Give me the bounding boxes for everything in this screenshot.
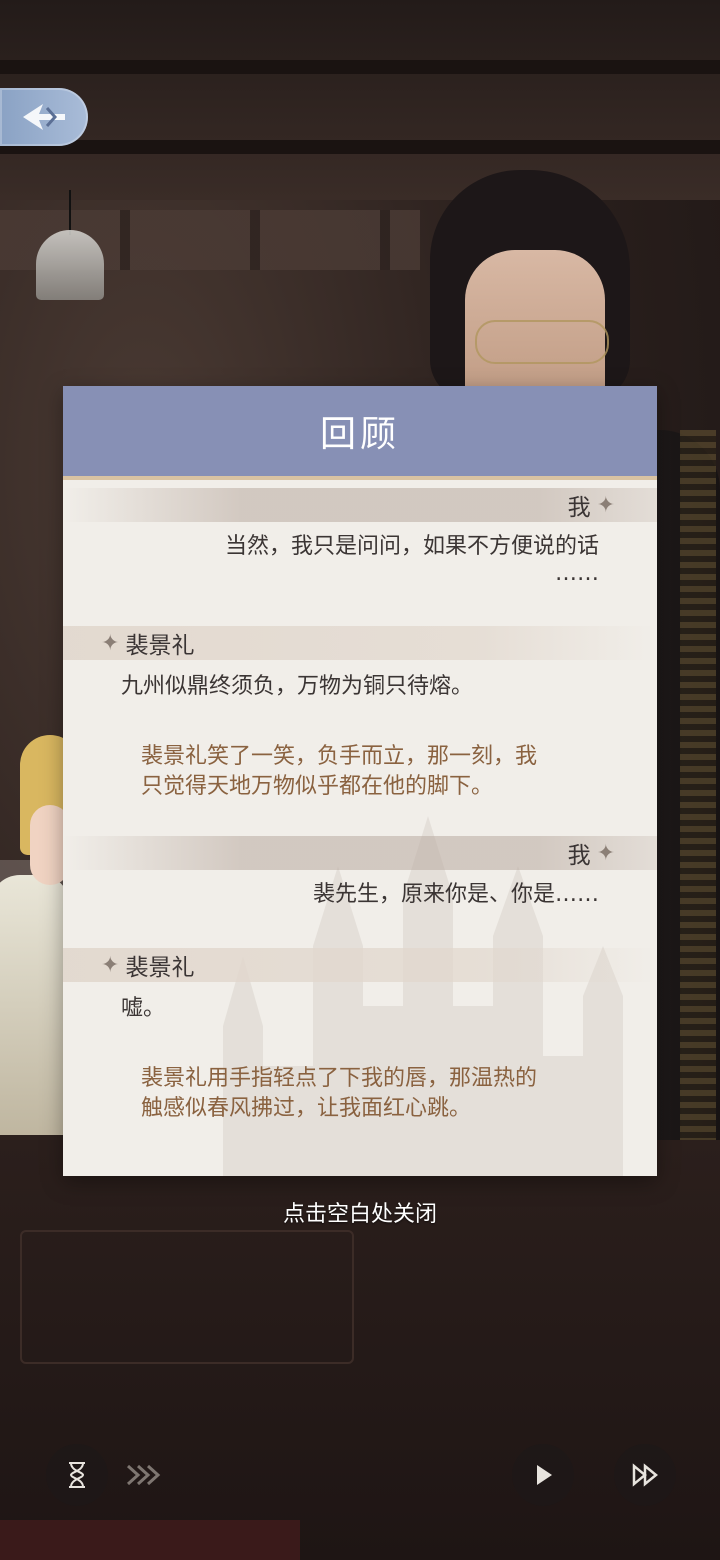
close-hint: 点击空白处关闭 [282, 1202, 437, 1227]
dialogue-line: 当然，我只是问问，如果不方便说的话 [224, 534, 599, 559]
dialog-title: 回顾 [319, 414, 400, 455]
sparkle-icon: ✦ [596, 492, 615, 518]
speaker-row-me: 我 ✦ [63, 836, 657, 870]
back-arrow-icon [23, 104, 65, 130]
pendant-lamp [30, 190, 110, 300]
character-player [0, 735, 80, 1135]
dialogue-line: 裴先生，原来你是、你是…… [312, 882, 599, 907]
hourglass-button[interactable] [46, 1444, 108, 1506]
play-button[interactable] [512, 1444, 574, 1506]
skip-button[interactable] [614, 1444, 676, 1506]
review-dialog: 回顾 我 ✦ 当然，我只是问问，如果不方便说的话 …… ✦ 裴景礼 九州似鼎终须… [63, 386, 657, 1176]
narration-line: 只觉得天地万物似乎都在他的脚下。 [141, 774, 494, 799]
speaker-row-pei-jingli: ✦ 裴景礼 [63, 626, 657, 660]
dialogue-line: 嘘。 [121, 996, 166, 1021]
skip-forward-icon [632, 1463, 658, 1487]
dialog-header: 回顾 [63, 386, 657, 480]
dialogue-line-continued: …… [555, 561, 599, 586]
sparkle-icon: ✦ [596, 840, 615, 866]
fast-forward-arrows-icon[interactable] [124, 1460, 164, 1490]
dialogue-line: 九州似鼎终须负，万物为铜只待熔。 [121, 674, 474, 699]
dialogue-log[interactable]: 我 ✦ 当然，我只是问问，如果不方便说的话 …… ✦ 裴景礼 九州似鼎终须负，万… [63, 480, 657, 1124]
narration-line: 裴景礼笑了一笑，负手而立，那一刻，我 [141, 744, 538, 769]
speaker-name: 裴景礼 [125, 955, 195, 981]
ceiling-beam [0, 140, 720, 154]
narration-line: 裴景礼用手指轻点了下我的唇，那温热的 [141, 1066, 538, 1091]
play-icon [537, 1465, 552, 1485]
speaker-name: 裴景礼 [125, 633, 195, 659]
speaker-row-pei-jingli: ✦ 裴景礼 [63, 948, 657, 982]
hourglass-icon [69, 1462, 85, 1488]
narration-line: 触感似春风拂过，让我面红心跳。 [141, 1096, 472, 1121]
sparkle-icon: ✦ [101, 630, 120, 656]
speaker-name: 我 [567, 495, 591, 521]
ceiling-beam [0, 60, 720, 74]
back-button[interactable] [0, 88, 88, 146]
speaker-row-me: 我 ✦ [63, 488, 657, 522]
sparkle-icon: ✦ [101, 952, 120, 978]
speaker-name: 我 [567, 843, 591, 869]
